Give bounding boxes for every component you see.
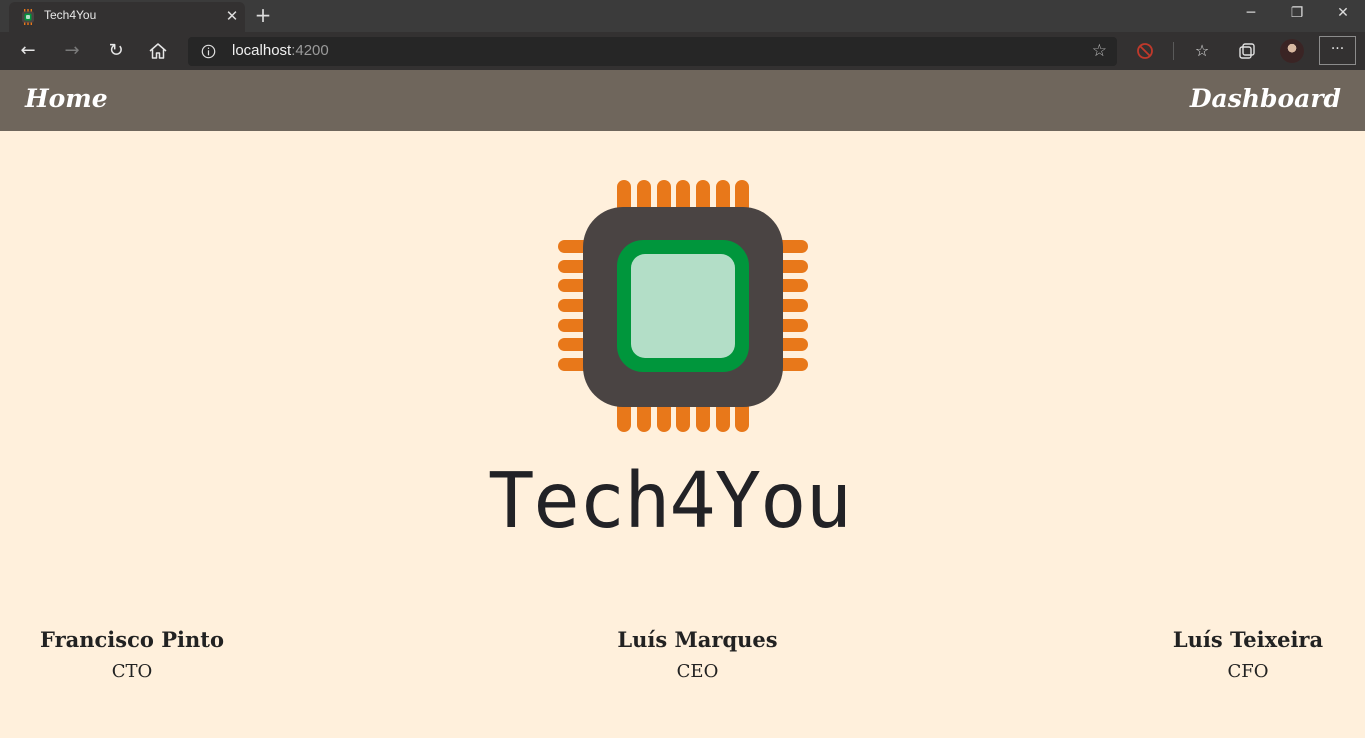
browser-tab[interactable]: Tech4You ✕ [9,2,245,32]
member-name: Luís Marques [617,627,778,652]
close-window-button[interactable]: ✕ [1320,2,1365,28]
tab-title: Tech4You [44,8,97,22]
nav-dashboard-link[interactable]: Dashboard [1190,84,1341,113]
browser-tab-bar: Tech4You ✕ + ─ ❐ ✕ [0,0,1365,32]
address-text: localhost:4200 [232,42,329,59]
info-icon[interactable] [201,44,216,59]
forward-arrow-icon[interactable]: → [60,40,84,62]
member-role: CFO [1227,661,1269,682]
member-role: CEO [676,661,719,682]
team-member: Luís Marques CEO [600,625,795,689]
collections-icon[interactable] [1237,41,1257,61]
address-bar[interactable]: localhost:4200 ☆ [188,37,1117,66]
favicon-icon [22,9,34,25]
extension-icon[interactable] [1135,41,1155,61]
member-name: Francisco Pinto [40,627,224,652]
address-port: :4200 [291,42,329,59]
member-role: CTO [111,661,153,682]
back-arrow-icon[interactable]: ← [16,40,40,62]
refresh-icon[interactable]: ↻ [104,40,128,62]
nav-home-link[interactable]: Home [25,84,108,113]
team-member: Francisco Pinto CTO [40,625,224,689]
more-button[interactable]: ··· [1319,36,1356,65]
cpu-chip-icon [558,180,808,432]
new-tab-button[interactable]: + [253,5,273,25]
member-name: Luís Teixeira [1172,627,1324,652]
star-icon[interactable]: ☆ [1092,41,1107,61]
team-member: Luís Teixeira CFO [1163,625,1333,689]
home-icon[interactable] [148,42,168,60]
address-host: localhost [232,42,292,59]
restore-button[interactable]: ❐ [1274,2,1320,28]
minimize-button[interactable]: ─ [1228,2,1274,28]
brand-wordmark: Tech4You [488,457,852,546]
site-navbar: Home Dashboard [0,70,1365,131]
browser-toolbar: ← → ↻ localhost:4200 ☆ ☆ ··· [0,32,1365,70]
profile-avatar[interactable] [1280,39,1304,63]
toolbar-separator [1173,42,1174,60]
close-tab-icon[interactable]: ✕ [224,8,240,24]
favorites-icon[interactable]: ☆ [1192,41,1212,61]
